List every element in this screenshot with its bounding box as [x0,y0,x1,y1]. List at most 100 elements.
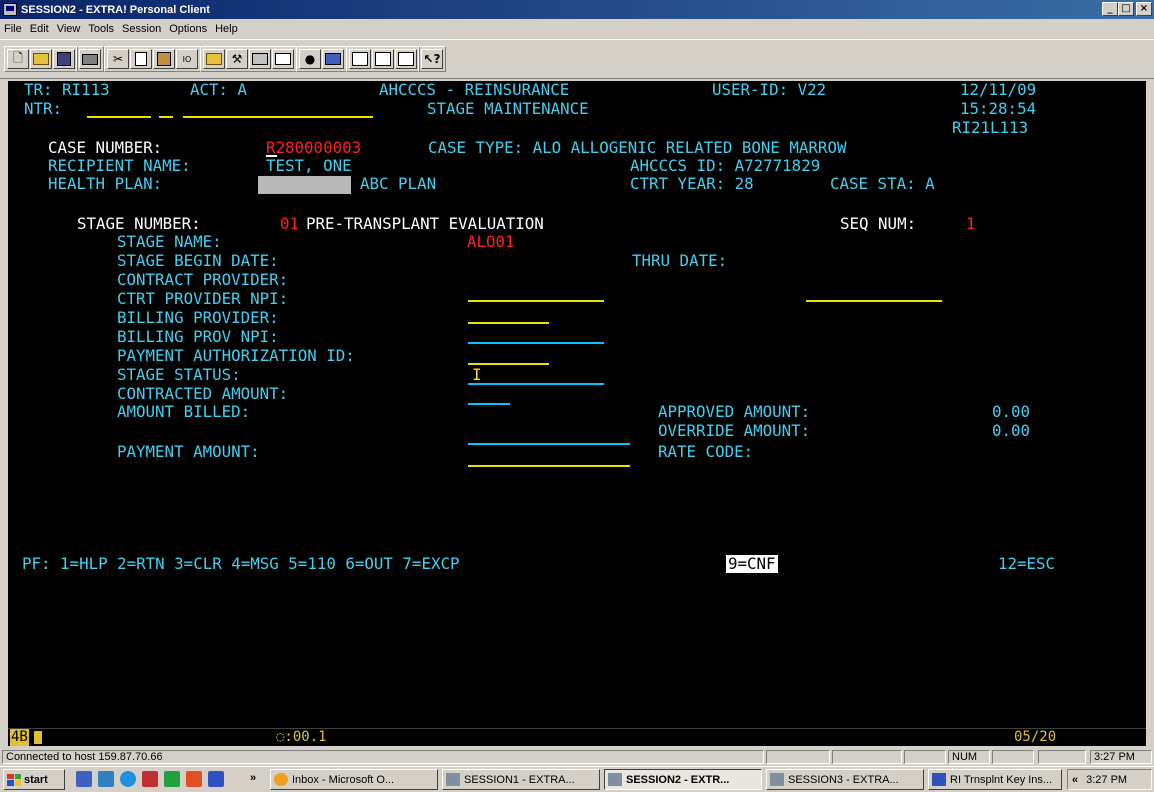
new-icon[interactable]: 🗋 [7,49,29,69]
thru-date-field[interactable] [806,300,942,302]
rate-code-label: RATE CODE: [658,442,754,461]
task-label: SESSION2 - EXTR... [626,773,730,786]
quicklaunch-excel-icon[interactable] [164,771,180,787]
menu-view[interactable]: View [53,23,85,35]
menu-session[interactable]: Session [118,23,165,35]
toolbar: 🗋 ✂ IO ⚒ ● ↖? [0,39,1154,79]
ntr-field-3[interactable] [183,116,373,118]
seq-num-label: SEQ NUM: [840,214,917,233]
tray-clock[interactable]: 3:27 PM [1086,774,1127,786]
print-icon[interactable] [79,49,101,69]
help-icon[interactable]: ↖? [421,49,443,69]
cursor-select-icon[interactable]: IO [176,49,198,69]
quicklaunch-acrobat-icon[interactable] [142,771,158,787]
paste-icon[interactable] [153,49,175,69]
ntr-field-1[interactable] [87,116,151,118]
override-amount-label: OVERRIDE AMOUNT: [658,421,811,440]
case-number-value[interactable]: R280000003 [266,139,361,157]
cut-icon[interactable]: ✂ [107,49,129,69]
payment-authorization-id-field[interactable] [468,403,510,405]
open-icon[interactable] [30,49,52,69]
menu-file[interactable]: File [0,23,26,35]
tools-icon[interactable]: ⚒ [226,49,248,69]
amount-billed-label: AMOUNT BILLED: [117,402,251,421]
screen-date: 12/11/09 [960,80,1037,99]
toolbar-help-group: ↖? [418,46,446,72]
quicklaunch-more-chevron[interactable]: » [250,772,256,784]
quickpad-icon[interactable] [349,49,371,69]
health-plan-code-field[interactable] [258,176,351,194]
billing-prov-npi-field[interactable] [468,383,604,385]
toolbar-file-group: 🗋 [4,46,78,72]
menu-help[interactable]: Help [211,23,242,35]
tray-expand-chevron[interactable]: « [1072,774,1078,786]
folder-icon[interactable] [203,49,225,69]
status-time: 3:27 PM [1090,750,1152,764]
minimize-button[interactable]: _ [1102,2,1118,16]
input-inhibit-block [34,731,42,744]
quicklaunch-word-icon[interactable] [208,771,224,787]
status-panel-blank-1 [766,750,830,764]
macro-play-icon[interactable] [272,49,294,69]
task-session3[interactable]: SESSION3 - EXTRA... [766,769,924,790]
payment-amount-label: PAYMENT AMOUNT: [117,442,260,461]
status-panel-blank-4 [992,750,1034,764]
copy-icon[interactable] [130,49,152,69]
task-session2[interactable]: SESSION2 - EXTR... [604,769,762,790]
stage-description: PRE-TRANSPLANT EVALUATION [306,214,544,233]
status-panel-blank-2 [832,750,902,764]
extra-icon [770,773,784,786]
quickpad-edit-icon[interactable] [395,49,417,69]
ctrt-provider-npi-field[interactable] [468,342,604,344]
quickpad-alt-icon[interactable] [372,49,394,69]
extra-icon [608,773,622,786]
payment-authorization-id-label: PAYMENT AUTHORIZATION ID: [117,346,355,365]
status-panel-blank-3 [904,750,946,764]
health-plan-label: HEALTH PLAN: [48,174,163,193]
quicklaunch-ie-icon[interactable] [76,771,92,787]
extra-app-icon[interactable] [3,3,17,16]
quicklaunch-browser-icon[interactable] [120,771,136,787]
stage-status-value[interactable]: I [472,366,482,384]
quicklaunch-powerpoint-icon[interactable] [186,771,202,787]
ctrt-year: CTRT YEAR: 28 [630,174,754,193]
task-outlook-inbox[interactable]: Inbox - Microsoft O... [270,769,438,790]
menu-tools[interactable]: Tools [84,23,118,35]
ntr-label: NTR: [24,99,63,118]
save-icon[interactable] [53,49,75,69]
ntr-field-2[interactable] [159,116,173,118]
task-word-document[interactable]: RI Trnsplnt Key Ins... [928,769,1062,790]
case-type: CASE TYPE: ALO ALLOGENIC RELATED BONE MA… [428,138,847,157]
screen-icon[interactable] [322,49,344,69]
contracted-amount-field[interactable] [468,443,630,445]
amount-billed-field[interactable] [468,465,630,467]
start-label: start [24,773,48,786]
stage-begin-date-field[interactable] [468,300,604,302]
screen-time: 15:28:54 [960,99,1037,118]
start-button[interactable]: start [3,769,65,790]
close-button[interactable]: × [1136,2,1152,16]
seq-num-value[interactable]: 1 [966,215,976,233]
maximize-button[interactable]: □ [1118,2,1134,16]
terminal-screen[interactable]: TR: RI113 ACT: A AHCCCS - REINSURANCE US… [8,81,1146,728]
pf12-escape-key[interactable]: 12=ESC [998,555,1055,573]
toolbar-record-group: ● [296,46,347,72]
cursor-position: 05/20 [1014,729,1057,745]
contract-provider-field[interactable] [468,322,549,324]
toolbar-tools-group: ⚒ [200,46,297,72]
record-icon[interactable]: ● [299,49,321,69]
macro-icon[interactable] [249,49,271,69]
ctrt-provider-npi-label: CTRT PROVIDER NPI: [117,289,289,308]
stage-number-value[interactable]: 01 [280,215,299,233]
stage-number-label: STAGE NUMBER: [77,214,201,233]
task-session1[interactable]: SESSION1 - EXTRA... [442,769,600,790]
recipient-name-value: TEST, ONE [266,156,352,175]
pf9-confirm-key[interactable]: 9=CNF [726,555,778,573]
screen-title: STAGE MAINTENANCE [427,99,589,118]
quicklaunch-network-icon[interactable] [98,771,114,787]
toolbar-edit-group: ✂ IO [104,46,201,72]
system-name: AHCCCS - REINSURANCE [379,80,570,99]
menu-edit[interactable]: Edit [26,23,53,35]
menu-options[interactable]: Options [165,23,211,35]
override-amount-value: 0.00 [992,421,1031,440]
